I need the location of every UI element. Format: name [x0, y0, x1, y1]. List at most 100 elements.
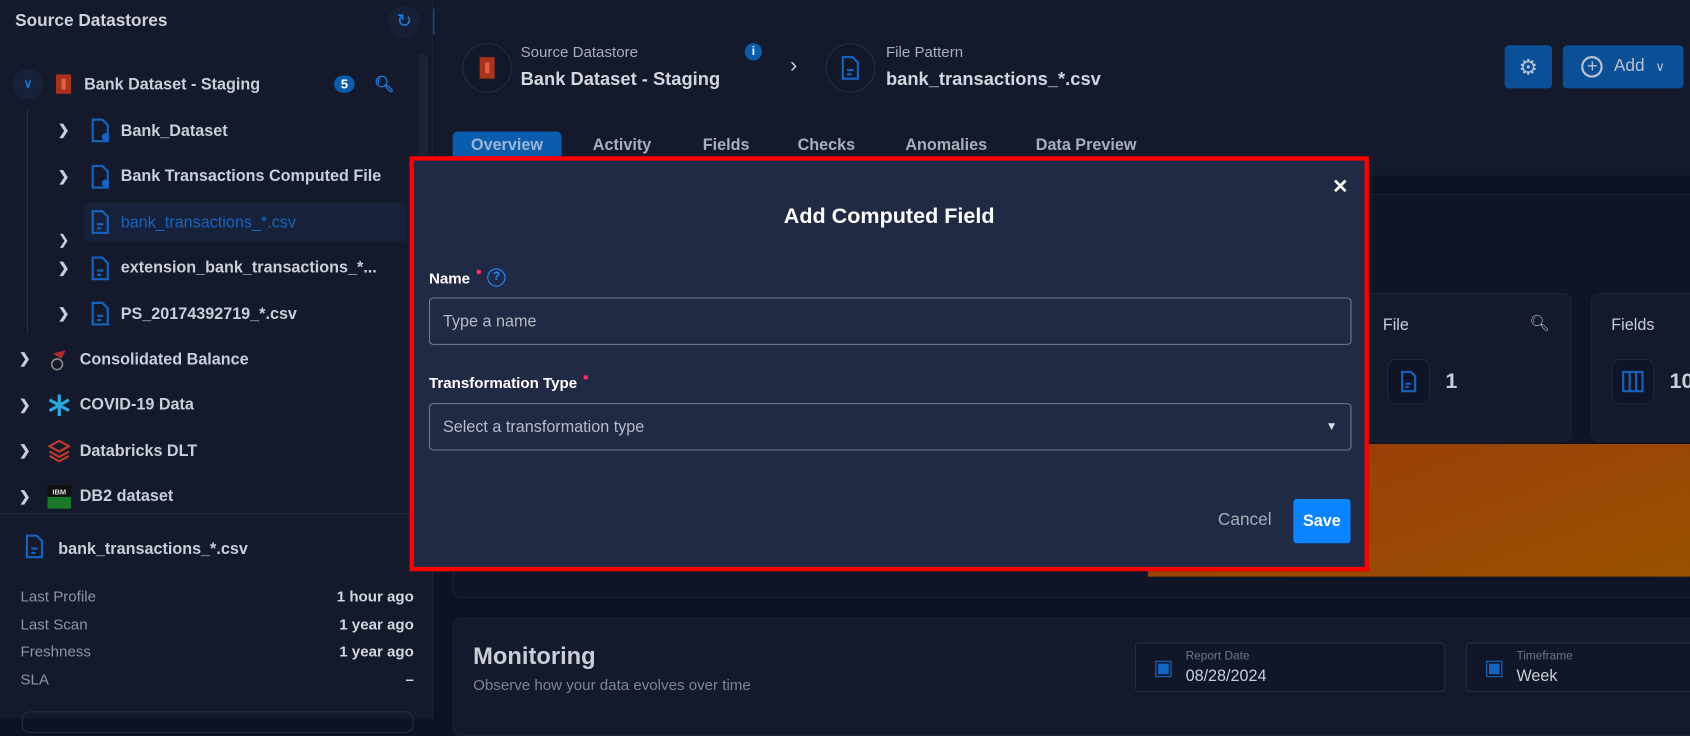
datastore-name[interactable]: Bank Dataset - Staging: [521, 69, 721, 91]
monitoring-title: Monitoring: [473, 642, 596, 670]
chevron-down-icon[interactable]: ∨: [12, 68, 44, 100]
name-label-text: Name: [428, 268, 471, 287]
fields-count: 10: [1669, 369, 1690, 394]
chevron-right-icon[interactable]: ❯: [54, 259, 73, 276]
svg-text:IBM: IBM: [52, 487, 66, 496]
add-computed-field-dialog: ✕ Add Computed Field Name ● ? Transforma…: [409, 156, 1369, 572]
tree-item-bank-dataset-staging[interactable]: ∨ Bank Dataset - Staging 5 🔍︎: [12, 65, 412, 104]
required-dot-icon: ●: [475, 266, 482, 279]
dialog-title: Add Computed Field: [783, 204, 995, 229]
fields-card-label: Fields: [1611, 315, 1655, 335]
file-icon: [88, 210, 112, 234]
amazon-s3-icon: [479, 57, 495, 79]
computed-file-icon: [88, 118, 112, 143]
detail-row: Last Profile 1 hour ago: [20, 587, 413, 604]
monitoring-subtitle: Observe how your data evolves over time: [473, 675, 751, 694]
tree-item-file[interactable]: ❯ Bank_Dataset: [54, 111, 399, 150]
detail-value: –: [405, 669, 414, 688]
redshift-icon: [47, 347, 71, 371]
detail-label: Last Scan: [20, 614, 88, 633]
datastore-avatar: [462, 43, 512, 93]
datastore-label: Source Datastore: [520, 43, 639, 61]
amazon-s3-icon: [52, 72, 76, 96]
report-date-value: 08/28/2024: [1185, 667, 1267, 686]
tree-item-datastore[interactable]: ❯ COVID-19 Data: [15, 385, 403, 424]
databricks-icon: [47, 439, 72, 463]
calendar-icon: ▣: [1484, 656, 1505, 681]
search-icon[interactable]: 🔍︎: [1529, 314, 1550, 333]
detail-label: SLA: [20, 669, 50, 688]
chevron-down-icon: ∨: [1655, 59, 1665, 75]
caret-down-icon: ▼: [1325, 420, 1338, 434]
columns-icon: [1611, 358, 1655, 405]
file-count: 1: [1445, 369, 1458, 394]
chevron-right-icon[interactable]: ❯: [54, 232, 73, 249]
tree-item-file[interactable]: bank_transactions_*.csv: [84, 202, 408, 242]
add-button[interactable]: + Add ∨: [1562, 45, 1684, 89]
tree-item-datastore[interactable]: ❯ Consolidated Balance: [15, 340, 403, 379]
help-icon[interactable]: ?: [487, 268, 506, 287]
chevron-right-icon[interactable]: ❯: [15, 350, 34, 367]
report-date-label: Report Date: [1185, 649, 1250, 663]
tree-guide: [26, 107, 29, 335]
chevron-right-icon[interactable]: ❯: [15, 442, 34, 459]
chevron-right-icon[interactable]: ❯: [54, 122, 73, 139]
file-icon: [88, 301, 112, 326]
file-pattern-label: File Pattern: [885, 43, 964, 61]
tree-item-label: bank_transactions_*.csv: [120, 212, 296, 232]
tree-item-label: Bank Dataset - Staging: [84, 74, 261, 94]
tree-item-file[interactable]: ❯ PS_20174392719_*.csv: [54, 294, 399, 333]
tree-item-label: Consolidated Balance: [79, 349, 249, 369]
search-icon[interactable]: 🔍︎: [374, 74, 395, 93]
cancel-button[interactable]: Cancel: [1218, 511, 1272, 530]
file-icon: [24, 534, 46, 564]
chevron-right-icon[interactable]: ❯: [54, 305, 73, 322]
save-button[interactable]: Save: [1293, 499, 1351, 544]
report-date-picker[interactable]: ▣ Report Date 08/28/2024: [1134, 642, 1446, 692]
sidebar-title: Source Datastores: [15, 11, 168, 31]
detail-label: Last Profile: [20, 587, 96, 605]
required-dot-icon: ●: [582, 371, 590, 384]
settings-button[interactable]: ⚙: [1504, 45, 1553, 89]
timeframe-value: Week: [1516, 667, 1558, 686]
tree-item-label: extension_bank_transactions_*...: [120, 258, 377, 277]
monitoring-section: Monitoring Observe how your data evolves…: [452, 617, 1690, 736]
divider: [0, 513, 434, 515]
chevron-right-icon[interactable]: ❯: [54, 168, 73, 185]
refresh-icon: ↻: [396, 10, 412, 32]
tree-item-label: PS_20174392719_*.csv: [120, 304, 297, 323]
tree-item-datastore[interactable]: ❯ IBM DB2 dataset: [15, 477, 403, 516]
tree-item-file[interactable]: ❯ extension_bank_transactions_*...: [54, 248, 399, 287]
tree-item-label: COVID-19 Data: [79, 395, 194, 414]
detail-row: Freshness 1 year ago: [20, 642, 413, 659]
refresh-button[interactable]: ↻: [388, 5, 421, 38]
chevron-right-icon[interactable]: ❯: [15, 488, 34, 505]
calendar-icon: ▣: [1153, 656, 1174, 681]
detail-label: Freshness: [20, 642, 91, 660]
close-icon[interactable]: ✕: [1332, 176, 1348, 199]
file-icon: [841, 56, 860, 80]
fields-card: Fields 10: [1590, 293, 1690, 442]
file-icon: [1387, 358, 1431, 405]
gear-icon: ⚙: [1518, 55, 1538, 80]
timeframe-label: Timeframe: [1516, 649, 1573, 663]
file-card-label: File: [1382, 315, 1409, 335]
file-icon: [88, 255, 112, 280]
ibm-db2-icon: IBM: [47, 484, 72, 509]
snowflake-icon: [47, 393, 71, 417]
file-pattern-avatar: [825, 43, 876, 93]
tree-item-label: DB2 dataset: [79, 487, 174, 506]
detail-value: 1 hour ago: [336, 587, 414, 605]
chevron-right-icon[interactable]: ❯: [15, 396, 34, 413]
name-input[interactable]: [428, 297, 1352, 345]
add-label: Add: [1613, 57, 1645, 76]
tree-item-label: Bank Transactions Computed File: [120, 167, 382, 186]
tree-item-file[interactable]: ❯ Bank Transactions Computed File: [54, 157, 399, 196]
transformation-type-select[interactable]: Select a transformation type ▼: [428, 403, 1352, 451]
info-icon[interactable]: i: [744, 43, 763, 61]
timeframe-select[interactable]: ▣ Timeframe Week: [1465, 642, 1690, 692]
tree-item-datastore[interactable]: ❯ Databricks DLT: [15, 431, 403, 470]
count-badge: 5: [334, 75, 355, 93]
file-pattern-name: bank_transactions_*.csv: [885, 68, 1101, 90]
transformation-type-label: Transformation Type ●: [429, 371, 590, 391]
